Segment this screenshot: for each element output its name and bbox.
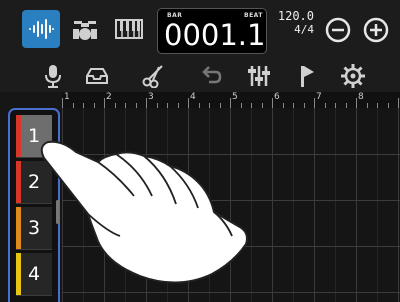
- grid-vertical-line: [188, 108, 189, 302]
- marker-button[interactable]: [294, 63, 320, 89]
- scissors-icon: [142, 65, 163, 88]
- grid-vertical-line: [314, 108, 315, 302]
- track-color-strip: [16, 161, 21, 203]
- ruler-bar-number: 2: [106, 92, 112, 102]
- piano-keys-mode-icon: [115, 19, 143, 39]
- grid-vertical-line: [251, 108, 252, 302]
- ruler-bar-number: 5: [232, 92, 238, 102]
- app-screen: BAR BEAT 0001.1 120.0 4/4 1 2 3 4 5 6 7 …: [0, 0, 400, 302]
- grid-vertical-line: [146, 108, 147, 302]
- import-button[interactable]: [84, 63, 110, 89]
- ruler-bar-number: 7: [316, 92, 322, 102]
- ruler-tick: [314, 98, 315, 108]
- ruler-tick: [230, 98, 231, 108]
- grid-vertical-line: [272, 108, 273, 302]
- track-3-header[interactable]: 3: [16, 207, 52, 250]
- undo-button[interactable]: [198, 63, 224, 89]
- grid-vertical-line: [62, 108, 63, 302]
- tool-bar: [0, 58, 400, 92]
- track-list-panel: 1 2 3 4: [8, 108, 60, 302]
- settings-gear-icon: [341, 64, 365, 88]
- cut-button[interactable]: [140, 63, 166, 89]
- top-bar: BAR BEAT 0001.1 120.0 4/4: [0, 0, 400, 58]
- track-number: 4: [28, 263, 41, 285]
- ruler-bar-number: 8: [358, 92, 364, 102]
- track-timeline-grid[interactable]: [62, 108, 400, 302]
- track-2-header[interactable]: 2: [16, 161, 52, 204]
- drum-mode-button[interactable]: [66, 10, 104, 48]
- tempo-bpm: 120.0: [277, 9, 314, 23]
- ruler-tick: [146, 98, 147, 108]
- ruler-tick: [62, 98, 63, 108]
- grid-horizontal-line: [62, 200, 400, 201]
- microphone-icon: [45, 65, 61, 88]
- waveform-mode-icon: [29, 19, 54, 39]
- time-signature: 4/4: [294, 23, 314, 36]
- grid-vertical-line: [167, 108, 168, 302]
- grid-vertical-line: [209, 108, 210, 302]
- settings-button[interactable]: [340, 63, 366, 89]
- ruler-bar-number: 6: [274, 92, 280, 102]
- waveform-mode-button[interactable]: [22, 10, 60, 48]
- grid-horizontal-line: [62, 292, 400, 293]
- track-number: 3: [28, 217, 41, 239]
- ruler-bar-number: 3: [148, 92, 154, 102]
- grid-vertical-line: [104, 108, 105, 302]
- track-color-strip: [16, 207, 21, 249]
- grid-vertical-line: [125, 108, 126, 302]
- drum-kit-mode-icon: [73, 21, 97, 40]
- track-scrollbar[interactable]: [56, 200, 59, 224]
- ruler-tick: [272, 98, 273, 108]
- track-1-header[interactable]: 1: [16, 115, 52, 158]
- ruler-bar-number: 4: [190, 92, 196, 102]
- undo-icon: [202, 66, 222, 84]
- tempo-display[interactable]: 120.0 4/4: [270, 9, 314, 51]
- grid-vertical-line: [398, 108, 399, 302]
- timeline-ruler[interactable]: 1 2 3 4 5 6 7 8: [62, 92, 400, 109]
- grid-vertical-line: [230, 108, 231, 302]
- track-color-strip: [16, 253, 21, 295]
- track-color-strip: [16, 115, 21, 157]
- ruler-tick: [104, 98, 105, 108]
- keyboard-mode-button[interactable]: [110, 10, 148, 48]
- ruler-tick: [398, 98, 399, 108]
- track-number: 2: [28, 171, 41, 193]
- ruler-bar-number: 1: [64, 92, 70, 102]
- grid-vertical-line: [335, 108, 336, 302]
- tray-icon: [86, 68, 108, 84]
- track-4-header[interactable]: 4: [16, 253, 52, 296]
- track-number: 1: [28, 125, 41, 147]
- zoom-in-icon[interactable]: [362, 16, 390, 44]
- flag-icon: [301, 66, 314, 87]
- grid-horizontal-line: [62, 154, 400, 155]
- position-counter[interactable]: BAR BEAT 0001.1: [157, 8, 267, 54]
- grid-vertical-line: [377, 108, 378, 302]
- grid-horizontal-line: [62, 246, 400, 247]
- ruler-tick: [356, 98, 357, 108]
- mixer-button[interactable]: [246, 63, 272, 89]
- mixer-icon: [248, 66, 270, 86]
- counter-value: 0001.1: [164, 18, 266, 52]
- ruler-tick: [188, 98, 189, 108]
- grid-vertical-line: [83, 108, 84, 302]
- grid-vertical-line: [293, 108, 294, 302]
- grid-vertical-line: [356, 108, 357, 302]
- record-button[interactable]: [40, 63, 66, 89]
- zoom-out-icon[interactable]: [324, 16, 352, 44]
